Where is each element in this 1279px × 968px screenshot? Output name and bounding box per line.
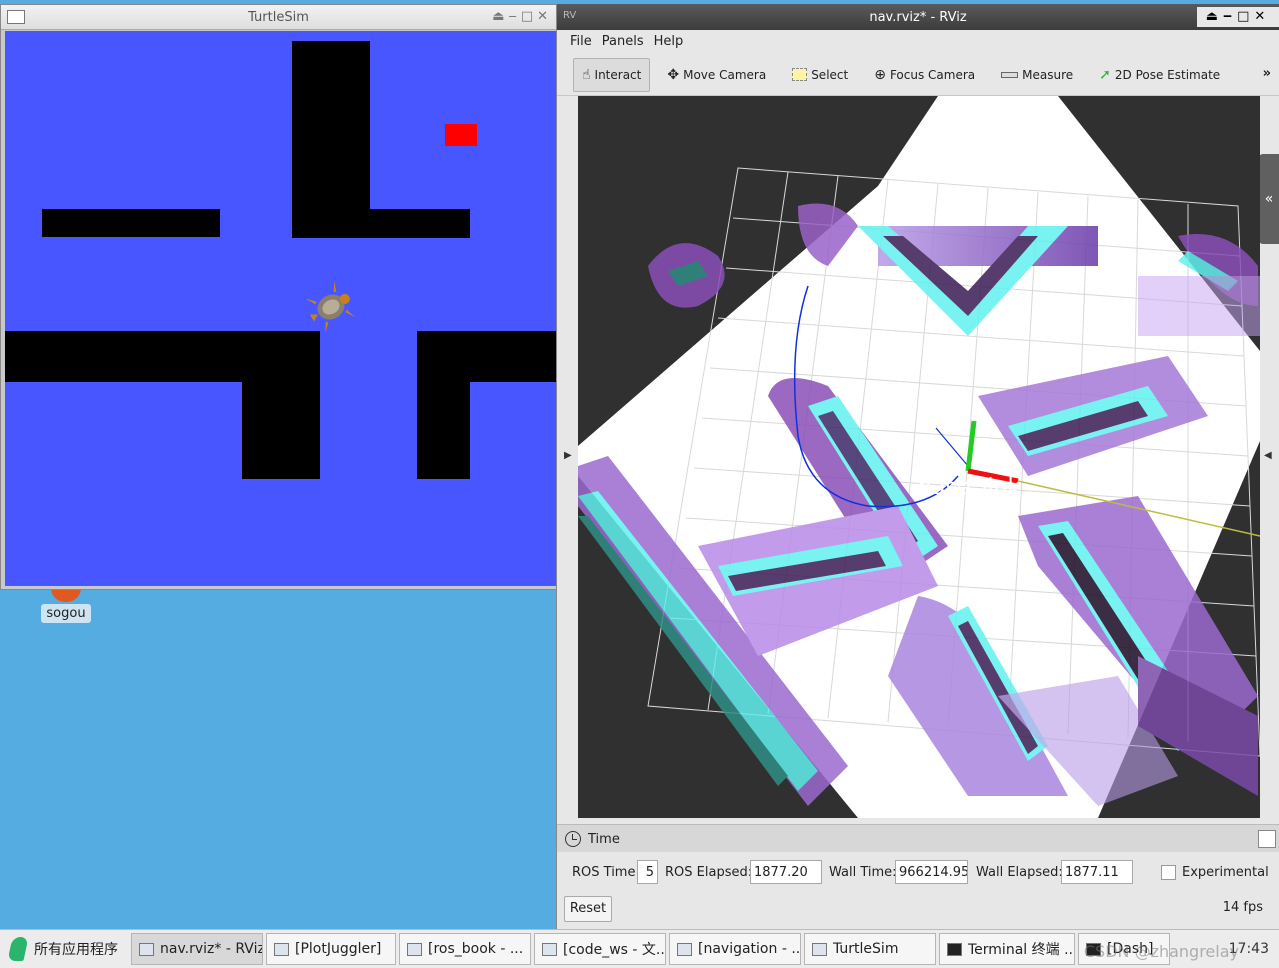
clock-icon [565,831,581,847]
hand-pointer-icon: ☝ [582,66,591,83]
taskbar-item-label: nav.rviz* - RViz [160,941,263,957]
turtlesim-titlebar[interactable]: TurtleSim ⏏‒□✕ [1,5,556,30]
folder-icon [407,942,422,956]
focus-crosshair-icon: ⊕ [874,66,886,83]
wall-time-field[interactable]: 966214.95 [895,860,968,884]
map-render: base_link [578,96,1260,818]
tool-move-camera[interactable]: ✥ Move Camera [658,58,775,92]
tool-select[interactable]: Select [783,58,857,92]
ros-time-label: ROS Time: [572,865,640,880]
turtlesim-window: TurtleSim ⏏‒□✕ [0,4,557,590]
tool-label: Move Camera [683,67,767,82]
turtlesim-title: TurtleSim [248,10,309,25]
frame-label-base-link: base_link [918,475,1021,500]
taskbar-item-navigation[interactable]: [navigation - ... [669,933,801,965]
turtle-icon [305,281,356,333]
turtlesim-canvas [5,31,556,586]
time-panel-title: Time [588,832,620,847]
left-panel-expand-arrow[interactable]: ▶ [564,450,572,461]
goal-marker [445,124,477,146]
select-box-icon [792,68,808,81]
move-arrows-icon: ✥ [667,66,680,83]
taskbar-item-label: TurtleSim [833,941,899,957]
taskbar-item-label: [Dash] [1107,941,1154,957]
time-panel-fields: ROS Time: 5 ROS Elapsed: 1877.20 Wall Ti… [557,859,1279,887]
tool-toolbar: ☝ Interact ✥ Move Camera Select ⊕ Focus … [557,54,1279,96]
sogou-icon [51,588,81,602]
menu-help[interactable]: Help [651,34,687,54]
wall [417,331,470,479]
terminal-icon [947,942,962,956]
taskbar-item-label: [code_ws - 文... [563,942,666,958]
reset-button[interactable]: Reset [564,896,612,922]
rviz-title: nav.rviz* - RViz [869,10,967,25]
tool-label: 2D Pose Estimate [1114,67,1221,82]
taskbar-item-label: [navigation - ... [698,941,801,957]
wall [42,209,220,237]
plotjuggler-icon [274,942,289,956]
tool-interact[interactable]: ☝ Interact [573,57,651,92]
tool-label: Select [811,67,849,82]
time-panel-header: Time [557,824,1279,852]
taskbar-item-turtlesim[interactable]: TurtleSim [804,933,936,965]
panel-float-button[interactable] [1258,830,1276,848]
wall-elapsed-label: Wall Elapsed: [976,865,1063,880]
taskbar-item-ros-book[interactable]: [ros_book - ... [399,933,531,965]
fps-readout: 14 fps [1222,900,1263,915]
desktop-icon-label: sogou [41,604,91,623]
experimental-checkbox[interactable] [1161,865,1176,880]
start-menu-label: 所有应用程序 [34,942,118,958]
taskbar: 所有应用程序 nav.rviz* - RViz [PlotJuggler] [r… [0,929,1279,968]
tool-2d-pose-estimate[interactable]: ➚ 2D Pose Estimate [1090,58,1229,92]
wall [292,209,470,238]
tool-focus-camera[interactable]: ⊕ Focus Camera [865,58,984,92]
menu-panels[interactable]: Panels [599,34,647,54]
rviz-app-icon [139,942,154,956]
rviz-3d-viewport[interactable]: base_link [578,96,1260,818]
wall-time-label: Wall Time: [829,865,897,880]
wall [242,331,320,479]
wall-elapsed-field[interactable]: 1877.11 [1061,860,1133,884]
toolbar-overflow-button[interactable]: » [1263,66,1271,81]
taskbar-item-label: [ros_book - ... [428,941,524,957]
tool-label: Interact [594,67,642,82]
right-panel-expand-arrow[interactable]: ◀ [1264,450,1272,461]
ruler-icon [1001,71,1019,78]
taskbar-item-label: Terminal 终端 ... [968,942,1075,958]
tool-label: Measure [1022,67,1074,82]
tool-measure[interactable]: Measure [992,58,1082,92]
green-arrow-icon: ➚ [1099,66,1111,83]
taskbar-item-label: [PlotJuggler] [295,941,382,957]
ros-time-field[interactable]: 5 [637,860,658,884]
folder-icon [542,942,557,956]
start-menu-button[interactable]: 所有应用程序 [4,933,128,965]
deepin-logo-icon [7,937,29,961]
ros-elapsed-label: ROS Elapsed: [665,865,753,880]
rviz-titlebar[interactable]: RV nav.rviz* - RViz ⏏‒□✕ [557,4,1279,30]
desktop-icon-sogou[interactable]: sogou [40,588,92,623]
taskbar-item-terminal[interactable]: Terminal 终端 ... [939,933,1075,965]
taskbar-clock: 17:43 [1228,941,1269,957]
tool-label: Focus Camera [889,67,976,82]
menu-file[interactable]: File [567,34,595,54]
window-icon [812,942,827,956]
taskbar-item-rviz[interactable]: nav.rviz* - RViz [131,933,263,965]
taskbar-item-code-ws[interactable]: [code_ws - 文... [534,933,666,965]
taskbar-item-plotjuggler[interactable]: [PlotJuggler] [266,933,396,965]
folder-icon [677,942,692,956]
experimental-label: Experimental [1182,865,1269,880]
rviz-window: RV nav.rviz* - RViz ⏏‒□✕ File Panels Hel… [556,4,1279,929]
dash-icon [1086,942,1101,956]
taskbar-item-dash[interactable]: [Dash] [1078,933,1170,965]
ros-elapsed-field[interactable]: 1877.20 [750,860,822,884]
window-controls[interactable]: ⏏‒□✕ [492,9,552,24]
collapse-handle[interactable]: « [1259,154,1279,244]
menubar: File Panels Help [557,30,1279,54]
window-controls[interactable]: ⏏‒□✕ [1197,7,1279,27]
